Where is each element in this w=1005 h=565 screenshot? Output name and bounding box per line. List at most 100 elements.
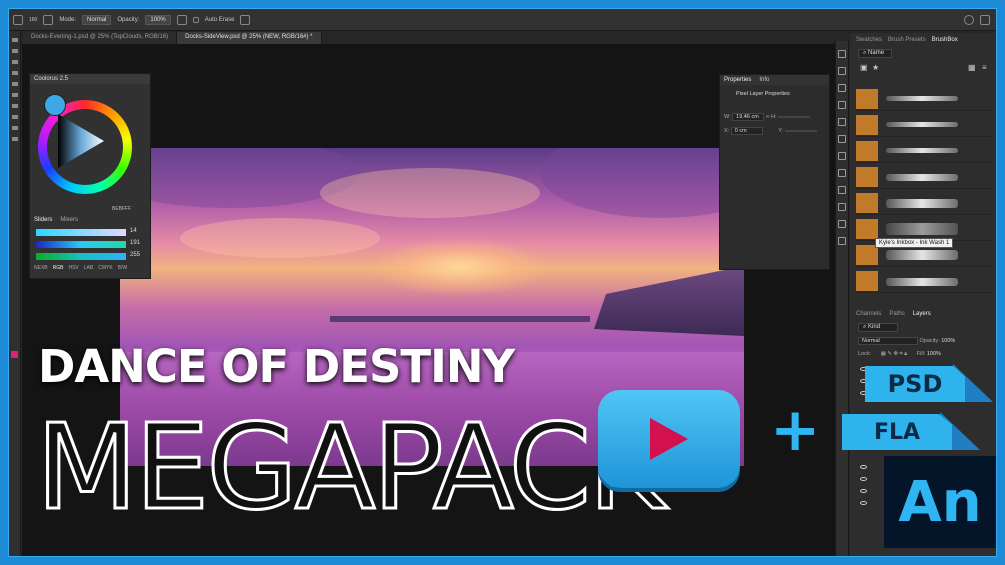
layer-row[interactable] — [860, 465, 873, 471]
move-tool-icon[interactable] — [12, 38, 18, 42]
tab-docks-sideview[interactable]: Docks-SideView.psd @ 25% (NEW, RGB/16#) … — [177, 32, 322, 44]
tab-channels[interactable]: Channels — [856, 311, 881, 317]
tab-swatches[interactable]: Swatches — [856, 37, 882, 43]
kind-filter[interactable]: ⌕ Kind — [858, 323, 898, 332]
mode-bw[interactable]: B/W — [118, 265, 127, 271]
brush-stroke-preview — [886, 96, 958, 101]
link-icon[interactable]: ∞ — [766, 114, 770, 120]
layer-row[interactable] — [860, 477, 873, 483]
width-field[interactable]: 19.46 cm — [732, 113, 765, 121]
mode-hsv[interactable]: HSV — [68, 265, 78, 271]
gradient-tool-icon[interactable] — [12, 115, 18, 119]
workspace-icon[interactable] — [980, 14, 990, 25]
y-field[interactable] — [784, 130, 817, 132]
search-icon[interactable] — [964, 14, 974, 25]
tab-sliders[interactable]: Sliders — [34, 217, 52, 223]
mode-lab[interactable]: LAB — [84, 265, 93, 271]
brush-item[interactable] — [854, 113, 994, 137]
type-tool-icon[interactable] — [12, 126, 18, 130]
eye-icon[interactable] — [860, 489, 867, 493]
tab-brushbox[interactable]: BrushBox — [932, 37, 958, 43]
navigator-icon[interactable] — [838, 220, 846, 228]
hex-value[interactable]: BEBFFF — [112, 206, 131, 212]
brush-tool-icon[interactable] — [12, 93, 18, 97]
eraser-tool-icon[interactable] — [12, 104, 18, 108]
tab-mixers[interactable]: Mixers — [60, 217, 78, 223]
brush-item[interactable] — [854, 269, 994, 293]
brush-size[interactable]: 160 — [29, 17, 37, 23]
eye-icon[interactable] — [860, 465, 867, 469]
list-view-icon[interactable]: ≡ — [982, 63, 987, 72]
mode-rgb[interactable]: RGB — [53, 265, 64, 271]
current-color-swatch[interactable] — [44, 94, 66, 116]
w-label: W: — [724, 114, 731, 120]
history-icon[interactable] — [838, 50, 846, 58]
blue-slider[interactable] — [36, 253, 126, 260]
opacity-label: Opacity: — [117, 16, 140, 23]
lock-row: Lock: ▦ ✎ ✥ ⌗ 🔒︎ Fill: 100% — [858, 351, 941, 358]
green-slider[interactable] — [36, 241, 126, 248]
tab-info[interactable]: Info — [759, 77, 769, 83]
blend-mode-select[interactable]: Normal — [858, 337, 918, 345]
layer-row[interactable] — [860, 501, 873, 507]
red-value[interactable]: 14 — [130, 228, 137, 234]
opacity-field[interactable]: 100% — [941, 338, 955, 344]
foreground-color-swatch[interactable] — [11, 351, 18, 358]
hand-tool-icon[interactable] — [12, 137, 18, 141]
crop-tool-icon[interactable] — [12, 71, 18, 75]
mode-select[interactable]: Normal — [82, 14, 112, 25]
tab-properties[interactable]: Properties — [724, 77, 751, 83]
clone-source-icon[interactable] — [838, 118, 846, 126]
search-icon: ⌕ — [863, 50, 867, 56]
title-line-2: MEGAPACK — [35, 398, 668, 536]
libraries-icon[interactable] — [838, 237, 846, 245]
brush-item[interactable] — [854, 191, 994, 215]
height-field[interactable] — [778, 116, 811, 118]
auto-erase-checkbox[interactable] — [192, 16, 199, 23]
lock-icons[interactable]: ▦ ✎ ✥ ⌗ 🔒︎ — [881, 351, 908, 357]
cloud-shape — [180, 218, 380, 258]
grid-view-icon[interactable]: ▦ — [968, 63, 976, 72]
brush-tool-icon[interactable] — [13, 14, 23, 25]
mode-cmyk[interactable]: CMYK — [98, 265, 112, 271]
blue-value[interactable]: 255 — [130, 252, 140, 258]
pressure-size-icon[interactable] — [240, 14, 251, 25]
panel-icon-strip — [835, 41, 849, 556]
3d-icon[interactable] — [838, 203, 846, 211]
brush-item[interactable] — [854, 139, 994, 163]
tab-brush-presets[interactable]: Brush Presets — [888, 37, 926, 43]
mode-nexb[interactable]: NEXB — [34, 265, 48, 271]
tab-layers[interactable]: Layers — [913, 311, 931, 317]
folder-icon[interactable]: ▣ — [860, 63, 868, 72]
green-value[interactable]: 191 — [130, 240, 140, 246]
eyedropper-tool-icon[interactable] — [12, 82, 18, 86]
marquee-tool-icon[interactable] — [12, 49, 18, 53]
info-icon[interactable] — [838, 101, 846, 109]
brush-settings-icon[interactable] — [43, 14, 54, 25]
actions-icon[interactable] — [838, 67, 846, 75]
eye-icon[interactable] — [860, 501, 867, 505]
star-icon[interactable]: ★ — [872, 63, 879, 72]
character-icon[interactable] — [838, 135, 846, 143]
pressure-opacity-icon[interactable] — [176, 14, 187, 25]
opacity-field[interactable]: 100% — [145, 14, 171, 25]
eye-icon[interactable] — [860, 477, 867, 481]
tools-icon[interactable] — [838, 186, 846, 194]
brush-item[interactable] — [854, 165, 994, 189]
lasso-tool-icon[interactable] — [12, 60, 18, 64]
tab-paths[interactable]: Paths — [889, 311, 904, 317]
paragraph-icon[interactable] — [838, 152, 846, 160]
brush-stroke-preview — [886, 250, 958, 260]
sunset-glow — [369, 237, 550, 298]
red-slider[interactable] — [36, 229, 126, 236]
x-field[interactable]: 0 cm — [730, 127, 763, 135]
adjustments-icon[interactable] — [838, 84, 846, 92]
layer-row[interactable] — [860, 489, 873, 495]
tab-docks-evening[interactable]: Docks-Evening-1.psd @ 25% (TopClouds, RG… — [23, 32, 178, 44]
fill-field[interactable]: 100% — [927, 351, 941, 357]
brush-item[interactable] — [854, 87, 994, 111]
play-triangle-icon — [650, 418, 688, 460]
airship-dock — [594, 266, 744, 336]
brush-panel-icon[interactable] — [838, 169, 846, 177]
sort-select[interactable]: ⌕ Name — [858, 49, 892, 58]
